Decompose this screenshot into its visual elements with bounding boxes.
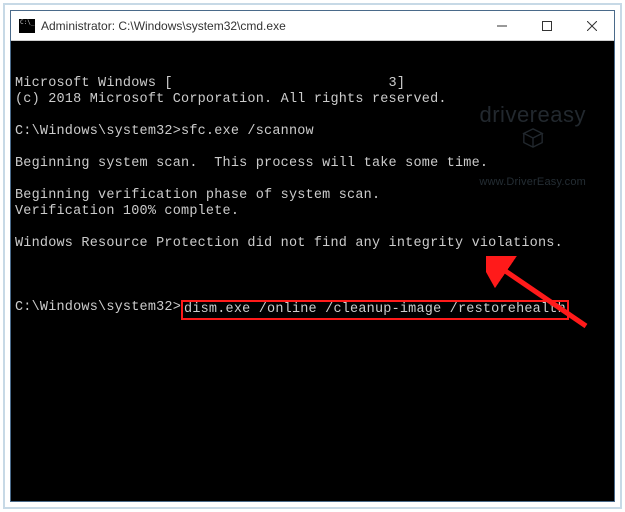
console-text-block: Microsoft Windows [ 3](c) 2018 Microsoft… [15,76,610,268]
cmd-icon [19,19,35,33]
console-line: (c) 2018 Microsoft Corporation. All righ… [15,92,610,108]
console-line [15,108,610,124]
console-line: Windows Resource Protection did not find… [15,236,610,252]
titlebar[interactable]: Administrator: C:\Windows\system32\cmd.e… [11,11,614,41]
console-line: Verification 100% complete. [15,204,610,220]
highlighted-command: dism.exe /online /cleanup-image /restore… [181,300,569,320]
prompt-prefix: C:\Windows\system32> [15,300,181,320]
console-line [15,220,610,236]
console-line [15,172,610,188]
console-line: Microsoft Windows [ 3] [15,76,610,92]
console-line: Beginning verification phase of system s… [15,188,610,204]
console-line: C:\Windows\system32>sfc.exe /scannow [15,124,610,140]
close-button[interactable] [569,11,614,40]
cmd-window: Administrator: C:\Windows\system32\cmd.e… [10,10,615,502]
current-prompt-line: C:\Windows\system32>dism.exe /online /cl… [15,300,610,320]
maximize-button[interactable] [524,11,569,40]
console-line [15,140,610,156]
window-title: Administrator: C:\Windows\system32\cmd.e… [41,19,479,33]
minimize-button[interactable] [479,11,524,40]
window-controls [479,11,614,40]
console-line [15,252,610,268]
annotation-arrow-icon [486,256,596,336]
console-line: Beginning system scan. This process will… [15,156,610,172]
console-output[interactable]: Microsoft Windows [ 3](c) 2018 Microsoft… [11,41,614,501]
